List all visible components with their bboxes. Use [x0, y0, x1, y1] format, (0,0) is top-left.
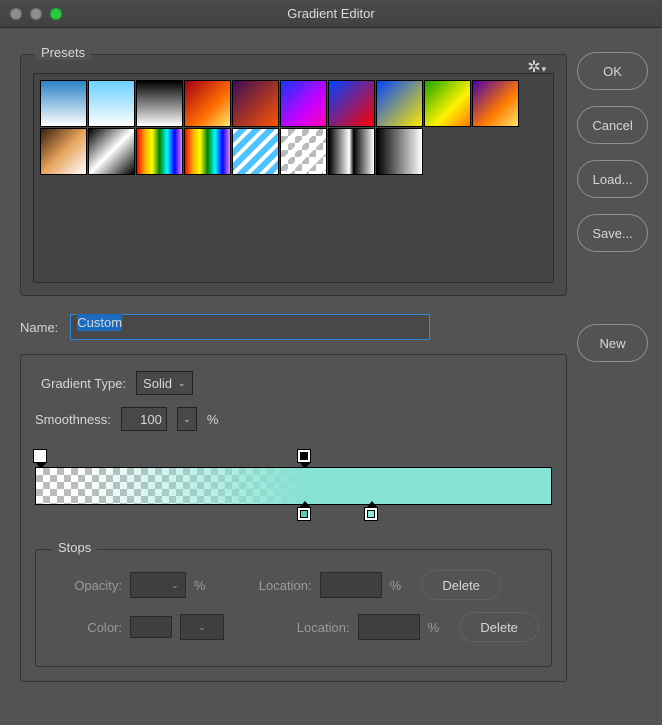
new-button[interactable]: New: [577, 324, 648, 362]
stops-panel: Stops Opacity: ⌄ % Location: % Delete Co…: [35, 549, 552, 667]
presets-menu-button[interactable]: ✲▾: [527, 57, 546, 77]
gradient-type-label: Gradient Type:: [41, 376, 126, 391]
preset-swatch[interactable]: [40, 128, 87, 175]
zoom-icon[interactable]: [50, 8, 62, 20]
presets-label: Presets: [35, 45, 91, 60]
preset-swatch[interactable]: [472, 80, 519, 127]
location-unit: %: [428, 620, 440, 635]
preset-swatch[interactable]: [88, 80, 135, 127]
gradient-type-select[interactable]: Solid ⌄: [136, 371, 192, 395]
minimize-icon[interactable]: [30, 8, 42, 20]
preset-swatch[interactable]: [184, 128, 231, 175]
chevron-down-icon: ⌄: [178, 378, 186, 389]
location-label: Location:: [236, 578, 312, 593]
ok-button[interactable]: OK: [577, 52, 648, 90]
window-title: Gradient Editor: [0, 6, 662, 21]
color-swatch[interactable]: [130, 616, 172, 638]
gear-icon: ✲: [527, 59, 540, 76]
titlebar: Gradient Editor: [0, 0, 662, 28]
smoothness-input[interactable]: 100: [121, 407, 167, 431]
presets-panel: Presets ✲▾: [20, 54, 567, 296]
preset-swatch[interactable]: [232, 80, 279, 127]
gradient-preview[interactable]: [35, 449, 552, 531]
preset-swatch[interactable]: [280, 128, 327, 175]
preset-swatch[interactable]: [424, 80, 471, 127]
name-input-value: Custom: [77, 314, 122, 331]
color-location-input[interactable]: [358, 614, 420, 640]
color-stop[interactable]: [364, 507, 378, 521]
preset-swatch[interactable]: [280, 80, 327, 127]
save-button[interactable]: Save...: [577, 214, 648, 252]
preset-swatch[interactable]: [328, 128, 375, 175]
preset-swatch[interactable]: [88, 128, 135, 175]
stops-label: Stops: [52, 540, 97, 555]
preset-swatch[interactable]: [376, 128, 423, 175]
preset-swatch[interactable]: [40, 80, 87, 127]
chevron-down-icon: ⌄: [183, 414, 191, 425]
opacity-location-input[interactable]: [320, 572, 382, 598]
smoothness-label: Smoothness:: [35, 412, 111, 427]
preset-swatch[interactable]: [136, 80, 183, 127]
opacity-stop[interactable]: [33, 449, 47, 463]
opacity-stop[interactable]: [297, 449, 311, 463]
delete-opacity-stop-button[interactable]: Delete: [421, 570, 501, 600]
color-menu[interactable]: ⌄: [180, 614, 224, 640]
gradient-type-value: Solid: [143, 376, 172, 391]
preset-swatch[interactable]: [232, 128, 279, 175]
opacity-unit: %: [194, 578, 206, 593]
traffic-lights: [10, 8, 62, 20]
location-label: Location:: [274, 620, 350, 635]
opacity-label: Opacity:: [48, 578, 122, 593]
color-label: Color:: [48, 620, 122, 635]
chevron-down-icon: ⌄: [167, 580, 183, 591]
smoothness-stepper[interactable]: ⌄: [177, 407, 197, 431]
name-input[interactable]: Custom: [70, 314, 430, 340]
gradient-preview-fg: [36, 468, 551, 504]
preset-swatch[interactable]: [184, 80, 231, 127]
preset-swatch[interactable]: [328, 80, 375, 127]
gradient-section: Gradient Type: Solid ⌄ Smoothness: 100 ⌄…: [20, 354, 567, 682]
color-stop[interactable]: [297, 507, 311, 521]
chevron-down-icon: ▾: [542, 64, 547, 74]
preset-swatch[interactable]: [376, 80, 423, 127]
opacity-input[interactable]: ⌄: [130, 572, 186, 598]
cancel-button[interactable]: Cancel: [577, 106, 648, 144]
smoothness-value: 100: [140, 412, 162, 427]
load-button[interactable]: Load...: [577, 160, 648, 198]
delete-color-stop-button[interactable]: Delete: [459, 612, 539, 642]
location-unit: %: [390, 578, 402, 593]
presets-list: [33, 73, 554, 283]
preset-swatch[interactable]: [136, 128, 183, 175]
close-icon[interactable]: [10, 8, 22, 20]
smoothness-unit: %: [207, 412, 219, 427]
chevron-down-icon: ⌄: [194, 622, 210, 633]
name-label: Name:: [20, 320, 58, 335]
